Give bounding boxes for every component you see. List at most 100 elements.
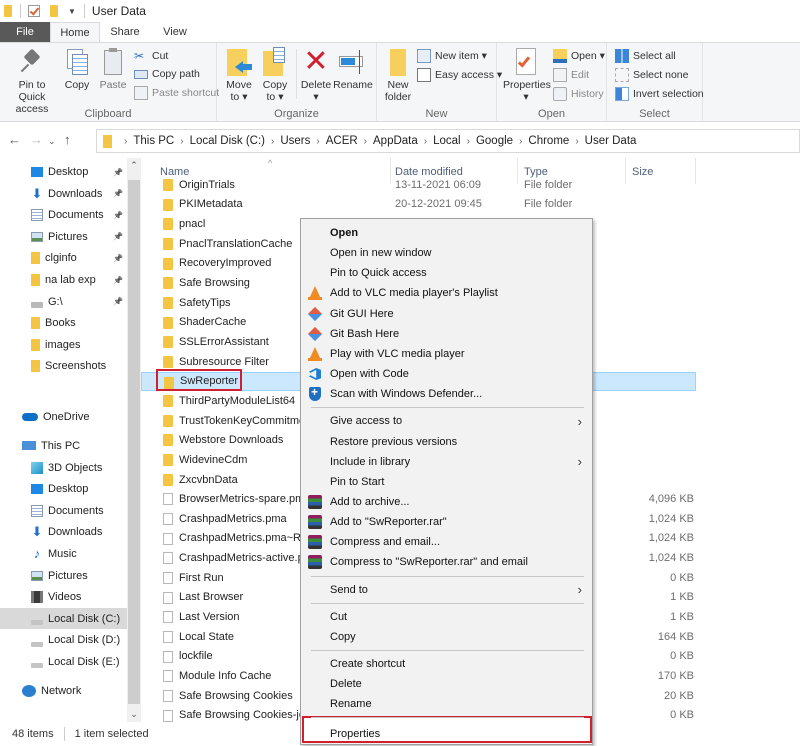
new-item-button[interactable]: New item ▾ — [417, 47, 487, 65]
select-none-button[interactable]: Select none — [615, 66, 688, 84]
menu-item-open-with-code[interactable]: Open with Code — [301, 364, 592, 384]
sidebar-item-onedrive[interactable]: OneDrive — [0, 406, 127, 427]
menu-item-pin-to-quick-access[interactable]: Pin to Quick access — [301, 263, 592, 283]
breadcrumb-local[interactable]: Local — [433, 135, 461, 147]
breadcrumb-user-data[interactable]: User Data — [585, 135, 637, 147]
pin-icon[interactable]: 📌 — [113, 232, 123, 241]
pin-icon[interactable]: 📌 — [113, 211, 123, 220]
back-arrow-icon[interactable]: ← — [8, 132, 21, 147]
menu-item-rename[interactable]: Rename — [301, 694, 592, 714]
forward-arrow-icon[interactable]: → — [30, 132, 43, 147]
sidebar-item-pictures[interactable]: Pictures — [0, 565, 127, 586]
copy-path-button[interactable]: Copy path — [134, 65, 200, 83]
properties-quick-access-icon[interactable] — [28, 5, 40, 17]
breadcrumb-google[interactable]: Google — [476, 135, 513, 147]
menu-item-open[interactable]: Open — [301, 223, 592, 243]
scroll-up-icon[interactable]: ⌃ — [127, 160, 141, 171]
copy-to-button[interactable]: Copy to ▾ — [259, 47, 291, 103]
menu-item-copy[interactable]: Copy — [301, 627, 592, 647]
recent-locations-chevron-icon[interactable]: ⌄ — [48, 136, 56, 147]
move-to-button[interactable]: Move to ▾ — [223, 47, 255, 103]
menu-item-give-access-to[interactable]: Give access to › — [301, 411, 592, 431]
breadcrumb-users[interactable]: Users — [280, 135, 310, 147]
sidebar-item-downloads[interactable]: ⬇ Downloads 📌 — [0, 183, 127, 204]
sidebar-item-clginfo[interactable]: clginfo 📌 — [0, 248, 127, 269]
file-row[interactable]: PKIMetadata 20-12-2021 09:45 File folder — [141, 195, 696, 215]
menu-item-compress-and-email[interactable]: Compress and email... — [301, 532, 592, 552]
chevron-right-icon[interactable]: › — [424, 136, 427, 147]
paste-shortcut-button[interactable]: Paste shortcut — [134, 84, 219, 102]
sidebar-item-books[interactable]: Books — [0, 313, 127, 334]
tab-share[interactable]: Share — [100, 22, 150, 42]
menu-item-cut[interactable]: Cut — [301, 607, 592, 627]
navigation-pane-scrollbar[interactable]: ⌃ ⌄ — [127, 158, 141, 722]
sidebar-item-this-pc[interactable]: This PC — [0, 435, 127, 456]
sidebar-item-documents[interactable]: Documents 📌 — [0, 205, 127, 226]
new-folder-quick-access-icon[interactable] — [50, 5, 58, 17]
delete-button[interactable]: ✕ Delete ▾ — [299, 47, 333, 104]
menu-item-git-bash-here[interactable]: Git Bash Here — [301, 324, 592, 344]
menu-item-open-in-new-window[interactable]: Open in new window — [301, 243, 592, 263]
menu-item-scan-with-windows-defender[interactable]: Scan with Windows Defender... — [301, 384, 592, 404]
menu-item-add-to-vlc-media-player-s-playlist[interactable]: Add to VLC media player's Playlist — [301, 283, 592, 303]
menu-item-pin-to-start[interactable]: Pin to Start — [301, 472, 592, 492]
menu-item-git-gui-here[interactable]: Git GUI Here — [301, 304, 592, 324]
scroll-down-icon[interactable]: ⌄ — [127, 709, 141, 720]
menu-item-properties[interactable]: Properties — [301, 724, 592, 744]
chevron-right-icon[interactable]: › — [316, 136, 319, 147]
history-button[interactable]: History — [553, 85, 604, 103]
edit-button[interactable]: Edit — [553, 66, 589, 84]
sidebar-item-desktop[interactable]: Desktop — [0, 479, 127, 500]
new-folder-button[interactable]: New folder — [381, 47, 415, 103]
sidebar-item-pictures[interactable]: Pictures 📌 — [0, 226, 127, 247]
sidebar-item-na-lab-exp[interactable]: na lab exp 📌 — [0, 270, 127, 291]
sidebar-item-network[interactable]: Network — [0, 680, 127, 701]
breadcrumb-chrome[interactable]: Chrome — [528, 135, 569, 147]
select-all-button[interactable]: Select all — [615, 47, 676, 65]
menu-item-compress-to-swreporter-rar-and-email[interactable]: Compress to "SwReporter.rar" and email — [301, 552, 592, 572]
sidebar-item-desktop[interactable]: Desktop 📌 — [0, 162, 127, 183]
pin-icon[interactable]: 📌 — [113, 276, 123, 285]
chevron-right-icon[interactable]: › — [180, 136, 183, 147]
sidebar-item-local-disk-c[interactable]: Local Disk (C:) — [0, 608, 127, 630]
up-arrow-icon[interactable]: ↑ — [64, 132, 71, 147]
file-row[interactable]: OriginTrials 13-11-2021 06:09 File folder — [141, 175, 696, 195]
menu-item-delete[interactable]: Delete — [301, 674, 592, 694]
breadcrumb-appdata[interactable]: AppData — [373, 135, 418, 147]
menu-item-add-to-swreporter-rar[interactable]: Add to "SwReporter.rar" — [301, 512, 592, 532]
pin-icon[interactable]: 📌 — [113, 254, 123, 263]
menu-item-include-in-library[interactable]: Include in library › — [301, 452, 592, 472]
sidebar-item-screenshots[interactable]: Screenshots — [0, 356, 127, 377]
copy-button[interactable]: Copy — [60, 47, 94, 91]
menu-item-add-to-archive[interactable]: Add to archive... — [301, 492, 592, 512]
sidebar-item-downloads[interactable]: ⬇ Downloads — [0, 522, 127, 543]
sidebar-item-local-disk-d[interactable]: Local Disk (D:) — [0, 630, 127, 651]
breadcrumb-local-disk-c[interactable]: Local Disk (C:) — [190, 135, 265, 147]
pin-icon[interactable]: 📌 — [113, 168, 123, 177]
invert-selection-button[interactable]: Invert selection — [615, 85, 704, 103]
tab-file[interactable]: File — [0, 22, 50, 42]
chevron-right-icon[interactable]: › — [124, 136, 127, 147]
paste-button[interactable]: Paste — [96, 47, 130, 91]
sidebar-item-images[interactable]: images — [0, 334, 127, 355]
address-bar[interactable]: › This PC › Local Disk (C:) › Users › AC… — [96, 129, 800, 153]
sidebar-item-music[interactable]: ♪ Music — [0, 543, 127, 564]
chevron-right-icon[interactable]: › — [519, 136, 522, 147]
menu-item-restore-previous-versions[interactable]: Restore previous versions — [301, 432, 592, 452]
pin-to-quick-access-button[interactable]: Pin to Quick access — [4, 47, 60, 115]
breadcrumb-this-pc[interactable]: This PC — [133, 135, 174, 147]
easy-access-button[interactable]: Easy access ▾ — [417, 66, 502, 84]
pin-icon[interactable]: 📌 — [113, 297, 123, 306]
tab-view[interactable]: View — [150, 22, 200, 42]
sidebar-item-local-disk-e[interactable]: Local Disk (E:) — [0, 651, 127, 672]
cut-button[interactable]: ✂ Cut — [134, 47, 168, 65]
sidebar-item-3d-objects[interactable]: 3D Objects — [0, 457, 127, 478]
chevron-right-icon[interactable]: › — [271, 136, 274, 147]
chevron-right-icon[interactable]: › — [575, 136, 578, 147]
properties-button[interactable]: Properties ▾ — [503, 47, 551, 103]
sidebar-item-documents[interactable]: Documents — [0, 500, 127, 521]
open-button[interactable]: Open ▾ — [553, 47, 605, 65]
sidebar-item-videos[interactable]: Videos — [0, 587, 127, 608]
chevron-right-icon[interactable]: › — [364, 136, 367, 147]
rename-button[interactable]: Rename — [333, 47, 373, 91]
